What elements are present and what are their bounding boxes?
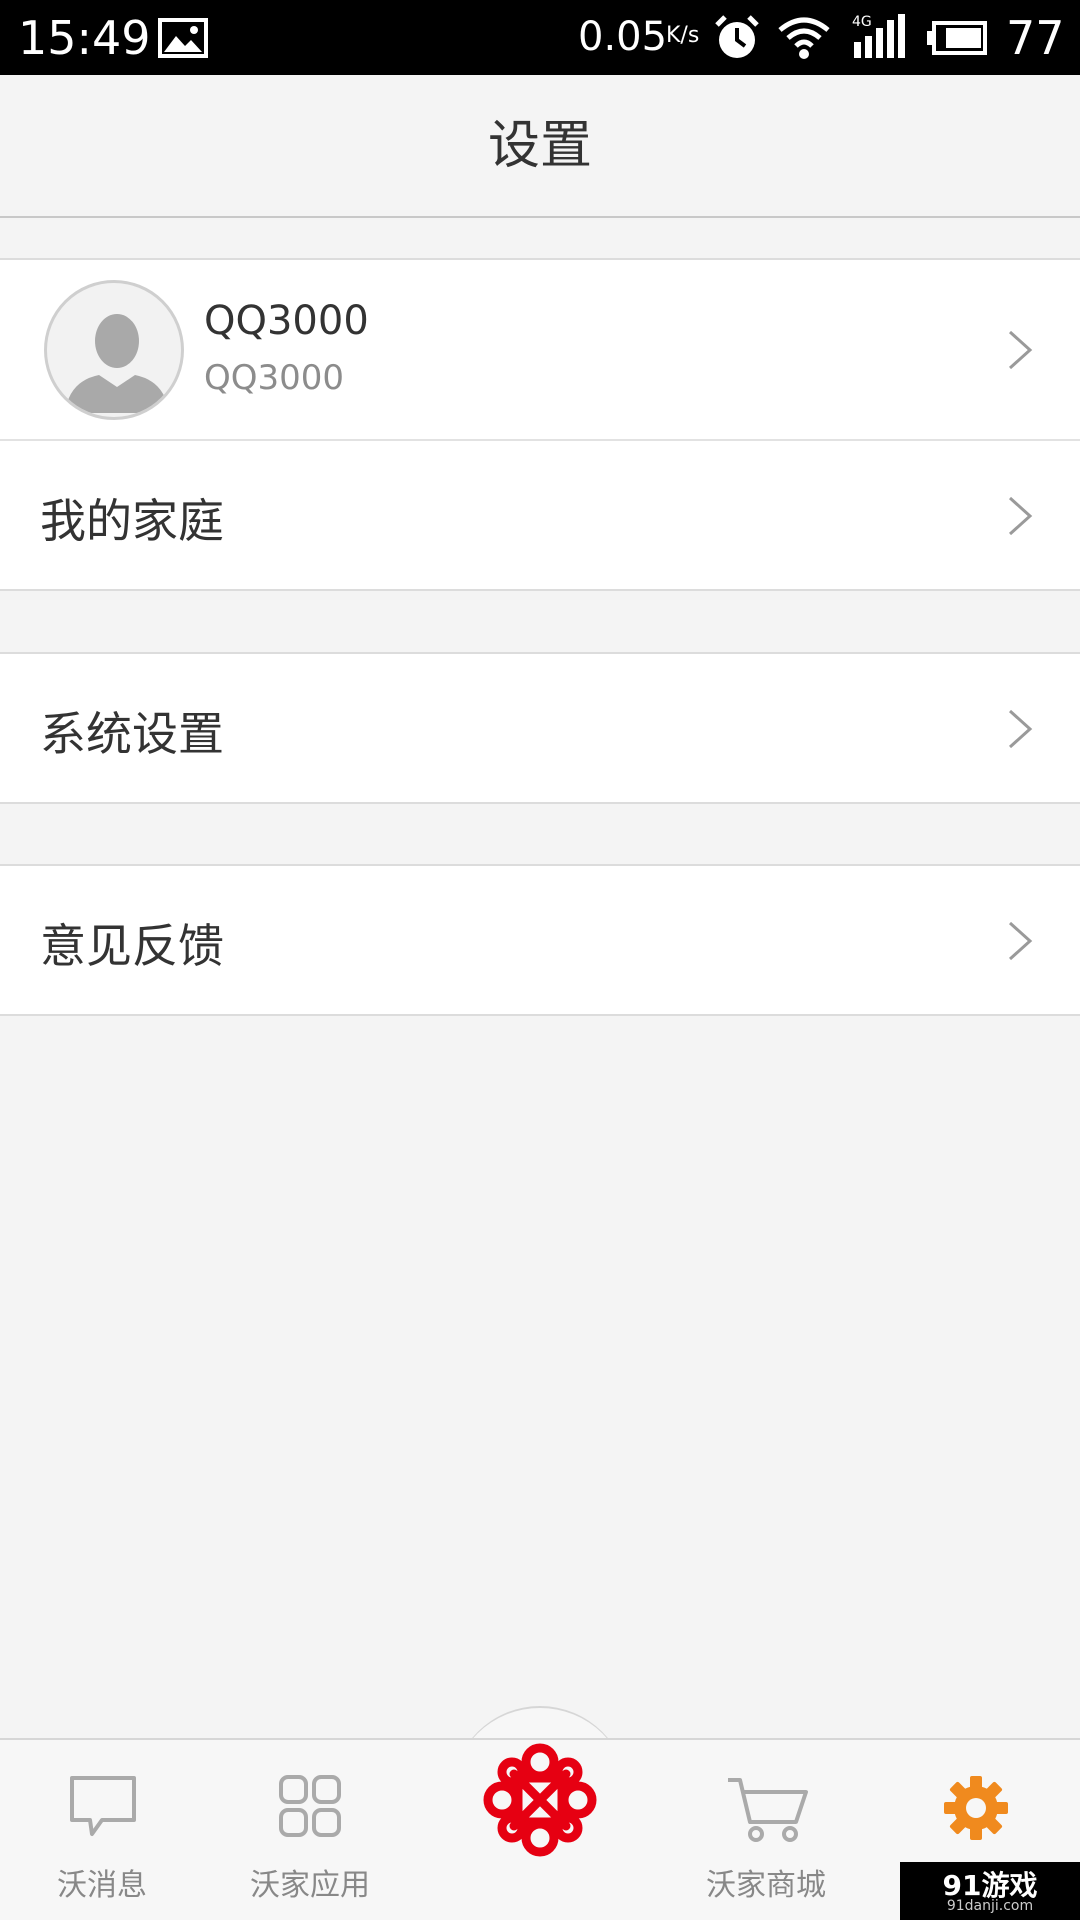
menu-item-family[interactable]: 我的家庭 bbox=[0, 441, 1080, 591]
nav-tab-shop[interactable]: 沃家商城 bbox=[666, 1740, 866, 1920]
title-bar: 设置 bbox=[0, 75, 1080, 218]
image-icon bbox=[158, 18, 208, 58]
grid-icon bbox=[279, 1775, 341, 1837]
chevron-right-icon bbox=[1008, 496, 1033, 536]
svg-text:4G: 4G bbox=[852, 14, 872, 30]
chevron-right-icon bbox=[1008, 330, 1033, 370]
profile-name: QQ3000 bbox=[204, 298, 369, 344]
net-speed: 0.05 bbox=[578, 14, 668, 60]
net-speed-unit: K/s bbox=[666, 23, 700, 48]
profile-row[interactable]: QQ3000 QQ3000 bbox=[0, 258, 1080, 439]
status-bar: 15:49 0.05 K/s 4G 77 bbox=[0, 0, 1080, 75]
profile-id: QQ3000 bbox=[204, 358, 345, 398]
cart-icon bbox=[728, 1778, 808, 1842]
user-silhouette-icon bbox=[65, 314, 169, 413]
menu-item-system-settings-label: 系统设置 bbox=[40, 707, 224, 761]
avatar bbox=[44, 280, 184, 420]
wifi-icon bbox=[778, 17, 830, 59]
menu-item-feedback-label: 意见反馈 bbox=[40, 919, 224, 973]
battery-level: 77 bbox=[1006, 11, 1065, 65]
watermark-sub: 91danji.com bbox=[946, 1898, 1034, 1914]
nav-tab-messages[interactable]: 沃消息 bbox=[2, 1740, 202, 1920]
signal-4g-icon: 4G bbox=[852, 14, 905, 58]
nav-tab-shop-label: 沃家商城 bbox=[706, 1868, 826, 1903]
menu-item-family-label: 我的家庭 bbox=[40, 494, 224, 548]
gear-icon bbox=[944, 1776, 1008, 1840]
chat-bubble-icon bbox=[70, 1776, 136, 1836]
status-time: 15:49 bbox=[18, 11, 151, 65]
nav-tab-apps-label: 沃家应用 bbox=[250, 1868, 370, 1903]
watermark: 91游戏 91danji.com bbox=[900, 1862, 1080, 1920]
alarm-icon bbox=[715, 15, 759, 58]
chevron-right-icon bbox=[1008, 709, 1033, 749]
nav-tab-messages-label: 沃消息 bbox=[57, 1868, 147, 1903]
battery-icon bbox=[927, 21, 987, 55]
china-unicom-logo[interactable] bbox=[480, 1740, 600, 1860]
menu-item-system-settings[interactable]: 系统设置 bbox=[0, 652, 1080, 804]
nav-tab-apps[interactable]: 沃家应用 bbox=[210, 1740, 410, 1920]
chevron-right-icon bbox=[1008, 921, 1033, 961]
menu-item-feedback[interactable]: 意见反馈 bbox=[0, 864, 1080, 1016]
page-title: 设置 bbox=[487, 116, 592, 176]
